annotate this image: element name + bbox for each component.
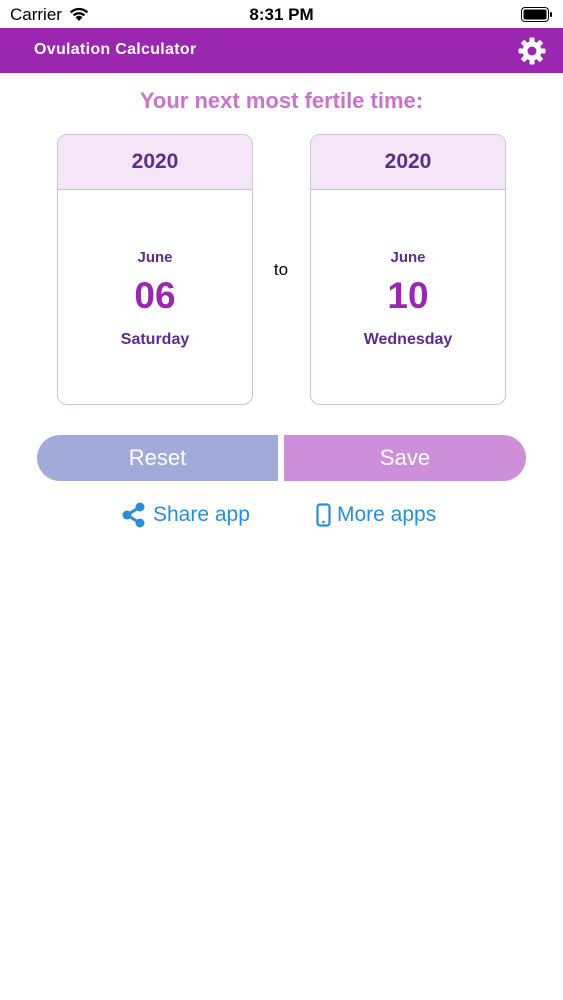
start-month: June (137, 249, 173, 266)
fertile-time-headline: Your next most fertile time: (139, 88, 424, 113)
start-weekday: Saturday (120, 331, 190, 348)
start-day: 06 (134, 275, 176, 316)
start-year: 2020 (58, 135, 252, 190)
gear-icon[interactable] (517, 36, 547, 66)
battery-icon (521, 7, 552, 22)
end-date-card: 2020 June 10 Wednesday (310, 134, 506, 405)
end-day: 10 (387, 275, 429, 316)
status-bar: Carrier 8:31 PM (0, 0, 563, 28)
phone-icon (316, 503, 331, 527)
end-month: June (390, 249, 426, 266)
save-button[interactable]: Save (284, 435, 526, 481)
share-icon (122, 502, 145, 528)
share-app-label: Share app (153, 503, 250, 526)
start-date-card: 2020 June 06 Saturday (57, 134, 253, 405)
date-range-separator: to (273, 260, 289, 279)
end-year: 2020 (311, 135, 505, 190)
nav-title: Ovulation Calculator (34, 41, 197, 58)
more-apps-label: More apps (337, 503, 437, 526)
more-apps-link[interactable]: More apps (316, 500, 436, 530)
end-weekday: Wednesday (363, 331, 453, 348)
share-app-link[interactable]: Share app (120, 500, 250, 530)
reset-button[interactable]: Reset (37, 435, 278, 481)
clock: 8:31 PM (249, 5, 314, 24)
nav-bar: Ovulation Calculator (0, 28, 563, 73)
